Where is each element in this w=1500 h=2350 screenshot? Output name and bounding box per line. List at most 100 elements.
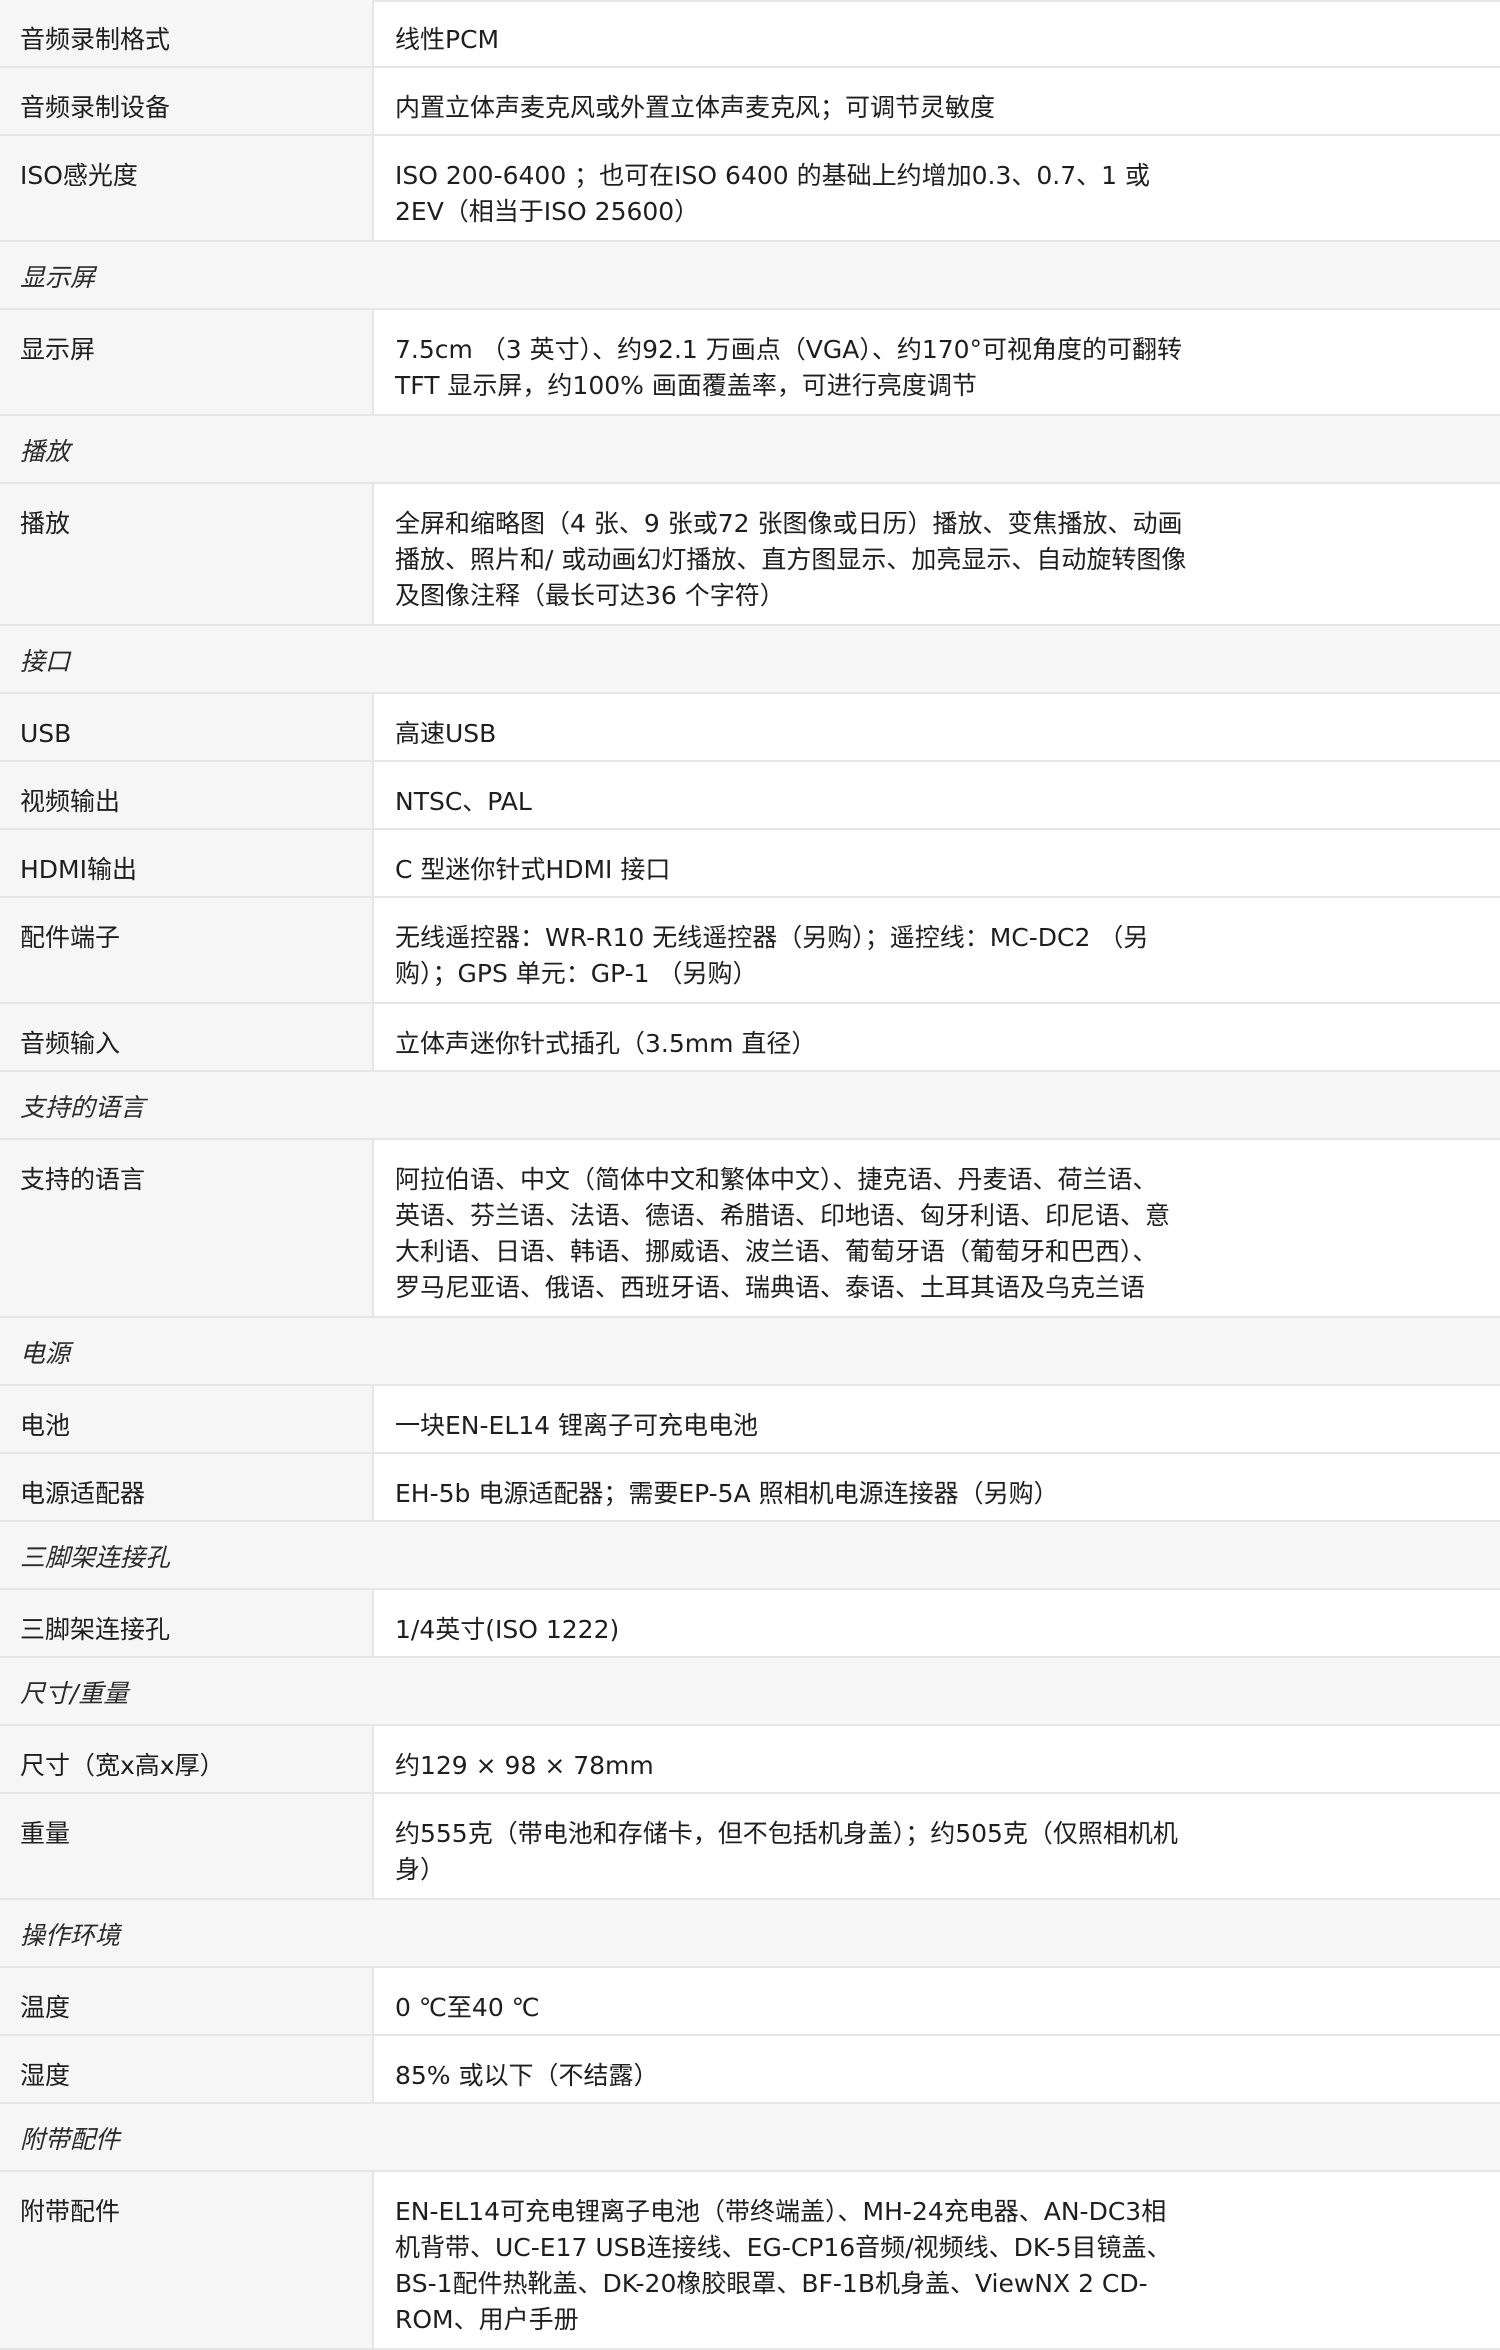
spec-label-cell: 音频输入 — [0, 1004, 374, 1070]
spec-value-line: 0 ℃至40 ℃ — [395, 1993, 540, 2022]
section-title: 显示屏 — [20, 263, 96, 292]
section-header: 电源 — [0, 1318, 1500, 1386]
spec-value: 阿拉伯语、中文（简体中文和繁体中文）、捷克语、丹麦语、荷兰语、 英语、芬兰语、法语… — [395, 1162, 1235, 1306]
section-title: 电源 — [20, 1339, 71, 1368]
spec-value-line: 阿拉伯语、中文（简体中文和繁体中文）、捷克语、丹麦语、荷兰语、 — [395, 1165, 1158, 1194]
spec-row: 视频输出 NTSC、PAL — [0, 762, 1500, 830]
spec-row: 温度 0 ℃至40 ℃ — [0, 1968, 1500, 2036]
spec-row: HDMI输出 C 型迷你针式HDMI 接口 — [0, 830, 1500, 898]
spec-value-line: 内置立体声麦克风或外置立体声麦克风；可调节灵敏度 — [395, 93, 996, 122]
spec-value: 0 ℃至40 ℃ — [395, 1990, 1235, 2026]
spec-label-cell: 显示屏 — [0, 310, 374, 414]
spec-label-cell: 电池 — [0, 1386, 374, 1452]
spec-value: 线性PCM — [395, 22, 1235, 58]
spec-label: 音频录制设备 — [20, 93, 171, 122]
section-header: 播放 — [0, 416, 1500, 484]
spec-value-line: 85% 或以下（不结露） — [395, 2061, 659, 2090]
spec-value-line: 一块EN-EL14 锂离子可充电电池 — [395, 1411, 759, 1440]
spec-label: 视频输出 — [20, 787, 121, 816]
spec-label: 显示屏 — [20, 335, 96, 364]
spec-label-cell: 配件端子 — [0, 898, 374, 1002]
section-header: 显示屏 — [0, 242, 1500, 310]
section-title: 三脚架连接孔 — [20, 1543, 171, 1572]
spec-label-cell: 视频输出 — [0, 762, 374, 828]
spec-label: 电池 — [20, 1411, 71, 1440]
spec-row: 配件端子 无线遥控器：WR-R10 无线遥控器（另购）；遥控线：MC-DC2 （另… — [0, 898, 1500, 1004]
section-title: 接口 — [20, 647, 71, 676]
spec-label: 播放 — [20, 509, 71, 538]
section-title: 尺寸/重量 — [20, 1679, 129, 1708]
spec-value-line: 线性PCM — [395, 25, 500, 54]
spec-label: ISO感光度 — [20, 161, 138, 190]
spec-label-cell: HDMI输出 — [0, 830, 374, 896]
spec-value: 全屏和缩略图（4 张、9 张或72 张图像或日历）播放、变焦播放、动画 播放、照片… — [395, 506, 1235, 614]
spec-label-cell: USB — [0, 694, 374, 760]
spec-row: 电池 一块EN-EL14 锂离子可充电电池 — [0, 1386, 1500, 1454]
spec-label-cell: 电源适配器 — [0, 1454, 374, 1520]
spec-value: C 型迷你针式HDMI 接口 — [395, 852, 1235, 888]
section-title: 播放 — [20, 437, 71, 466]
spec-label: 三脚架连接孔 — [20, 1615, 171, 1644]
spec-value-line: 1/4英寸(ISO 1222) — [395, 1615, 620, 1644]
spec-value-line: 购）；GPS 单元：GP-1 （另购） — [395, 959, 758, 988]
spec-label: 音频录制格式 — [20, 25, 171, 54]
spec-value-line: C 型迷你针式HDMI 接口 — [395, 855, 671, 884]
spec-value: EH-5b 电源适配器；需要EP-5A 照相机电源连接器（另购） — [395, 1476, 1235, 1512]
spec-value: NTSC、PAL — [395, 784, 1235, 820]
section-title: 附带配件 — [20, 2125, 121, 2154]
spec-value: 立体声迷你针式插孔（3.5mm 直径） — [395, 1026, 1235, 1062]
spec-label: 温度 — [20, 1993, 71, 2022]
spec-value: 约129 × 98 × 78mm — [395, 1748, 1235, 1784]
spec-label-cell: 温度 — [0, 1968, 374, 2034]
spec-label-cell: 音频录制格式 — [0, 0, 374, 66]
spec-value: 1/4英寸(ISO 1222) — [395, 1612, 1235, 1648]
spec-label-cell: ISO感光度 — [0, 136, 374, 240]
spec-value-line: 约129 × 98 × 78mm — [395, 1751, 654, 1780]
spec-row: 电源适配器 EH-5b 电源适配器；需要EP-5A 照相机电源连接器（另购） — [0, 1454, 1500, 1522]
spec-label-cell: 音频录制设备 — [0, 68, 374, 134]
spec-row: 音频输入 立体声迷你针式插孔（3.5mm 直径） — [0, 1004, 1500, 1072]
spec-row: 湿度 85% 或以下（不结露） — [0, 2036, 1500, 2104]
spec-value-line: 约555克（带电池和存储卡，但不包括机身盖）；约505克（仅照相机机 — [395, 1819, 1178, 1848]
spec-value: 高速USB — [395, 716, 1235, 752]
spec-value: 约555克（带电池和存储卡，但不包括机身盖）；约505克（仅照相机机 身） — [395, 1816, 1235, 1888]
section-header: 尺寸/重量 — [0, 1658, 1500, 1726]
spec-value-line: NTSC、PAL — [395, 787, 532, 816]
spec-row: 三脚架连接孔 1/4英寸(ISO 1222) — [0, 1590, 1500, 1658]
spec-value: 85% 或以下（不结露） — [395, 2058, 1235, 2094]
spec-row: 尺寸（宽x高x厚） 约129 × 98 × 78mm — [0, 1726, 1500, 1794]
spec-value: 无线遥控器：WR-R10 无线遥控器（另购）；遥控线：MC-DC2 （另 购）；G… — [395, 920, 1235, 992]
spec-label-cell: 湿度 — [0, 2036, 374, 2102]
spec-label-cell: 尺寸（宽x高x厚） — [0, 1726, 374, 1792]
spec-label: 电源适配器 — [20, 1479, 146, 1508]
spec-value-line: EH-5b 电源适配器；需要EP-5A 照相机电源连接器（另购） — [395, 1479, 1059, 1508]
spec-label: USB — [20, 719, 72, 748]
spec-label: 湿度 — [20, 2061, 71, 2090]
spec-value-line: 身） — [395, 1855, 446, 1884]
section-title: 支持的语言 — [20, 1093, 146, 1122]
spec-label: 音频输入 — [20, 1029, 121, 1058]
spec-row: 音频录制设备 内置立体声麦克风或外置立体声麦克风；可调节灵敏度 — [0, 68, 1500, 136]
spec-value-line: 及图像注释（最长可达36 个字符） — [395, 581, 785, 610]
spec-value: 7.5cm （3 英寸）、约92.1 万画点（VGA）、约170°可视角度的可翻… — [395, 332, 1235, 404]
spec-row: 支持的语言 阿拉伯语、中文（简体中文和繁体中文）、捷克语、丹麦语、荷兰语、 英语、芬… — [0, 1140, 1500, 1318]
spec-table: 音频录制格式 线性PCM 音频录制设备 内置立体声麦克风或外置立体声麦克风；可调节灵敏… — [0, 0, 1500, 2350]
spec-label: 配件端子 — [20, 923, 121, 952]
section-header: 支持的语言 — [0, 1072, 1500, 1140]
spec-value-line: 2EV（相当于ISO 25600） — [395, 197, 700, 226]
spec-value-line: TFT 显示屏，约100% 画面覆盖率，可进行亮度调节 — [395, 371, 977, 400]
spec-value-line: 英语、芬兰语、法语、德语、希腊语、印地语、匈牙利语、印尼语、意 — [395, 1201, 1171, 1230]
spec-value-line: BS-1配件热靴盖、DK-20橡胶眼罩、BF-1B机身盖、ViewNX 2 CD… — [395, 2269, 1148, 2298]
spec-row: USB 高速USB — [0, 694, 1500, 762]
spec-row: ISO感光度 ISO 200-6400 ；也可在ISO 6400 的基础上约增加0… — [0, 136, 1500, 242]
spec-value: ISO 200-6400 ；也可在ISO 6400 的基础上约增加0.3、0.7… — [395, 158, 1235, 230]
spec-value-line: 机背带、UC-E17 USB连接线、EG-CP16音频/视频线、DK-5目镜盖、 — [395, 2233, 1172, 2262]
spec-value-line: 播放、照片和/ 或动画幻灯播放、直方图显示、加亮显示、自动旋转图像 — [395, 545, 1187, 574]
spec-label-cell: 播放 — [0, 484, 374, 624]
section-header: 附带配件 — [0, 2104, 1500, 2172]
section-header: 接口 — [0, 626, 1500, 694]
spec-label-cell: 重量 — [0, 1794, 374, 1898]
spec-value-line: ISO 200-6400 ；也可在ISO 6400 的基础上约增加0.3、0.7… — [395, 161, 1150, 190]
spec-value: EN-EL14可充电锂离子电池（带终端盖）、MH-24充电器、AN-DC3相 机背… — [395, 2194, 1235, 2338]
spec-row: 显示屏 7.5cm （3 英寸）、约92.1 万画点（VGA）、约170°可视角度… — [0, 310, 1500, 416]
